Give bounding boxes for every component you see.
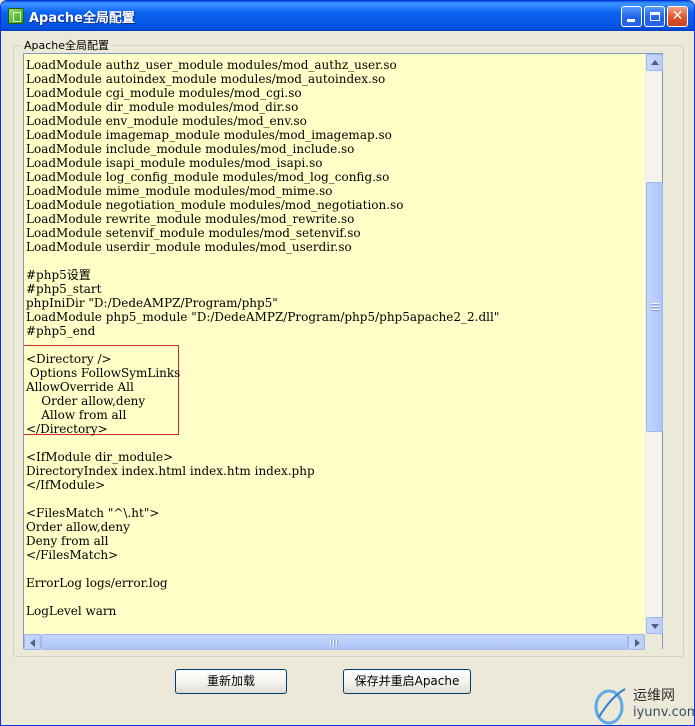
code-line: LoadModule php5_module "D:/DedeAMPZ/Prog…	[26, 310, 500, 324]
code-line: LoadModule authz_user_module modules/mod…	[26, 58, 397, 72]
code-line: <IfModule dir_module>	[26, 450, 174, 464]
vertical-scrollbar[interactable]	[645, 54, 663, 634]
title-bar[interactable]: Apache全局配置 ✕	[1, 1, 694, 31]
horizontal-scrollbar[interactable]	[24, 634, 645, 650]
code-line: </FilesMatch>	[26, 548, 119, 562]
code-line: </IfModule>	[26, 478, 106, 492]
config-editor[interactable]: LoadModule authz_user_module modules/mod…	[23, 53, 663, 650]
watermark-swirl-icon	[594, 689, 624, 725]
code-line: LogLevel warn	[26, 604, 117, 618]
watermark-url: iyunv.com	[633, 705, 695, 720]
scroll-right-button[interactable]	[628, 634, 645, 650]
code-line: ErrorLog logs/error.log	[26, 576, 168, 590]
code-line: LoadModule log_config_module modules/mod…	[26, 170, 390, 184]
code-line: Order allow,deny	[26, 520, 130, 534]
code-line: DirectoryIndex index.html index.htm inde…	[26, 464, 315, 478]
maximize-button[interactable]	[644, 6, 665, 27]
code-line: Order allow,deny	[26, 394, 146, 408]
code-line: LoadModule isapi_module modules/mod_isap…	[26, 156, 323, 170]
code-line: phpIniDir "D:/DedeAMPZ/Program/php5"	[26, 296, 278, 310]
close-button[interactable]: ✕	[667, 6, 688, 27]
minimize-button[interactable]	[621, 6, 642, 27]
reload-button[interactable]: 重新加载	[175, 669, 287, 694]
horizontal-scroll-thumb[interactable]	[41, 634, 628, 650]
code-line: LoadModule dir_module modules/mod_dir.so	[26, 100, 299, 114]
vertical-scroll-thumb[interactable]	[646, 182, 663, 432]
watermark-name: 运维网	[633, 688, 675, 704]
chevron-left-icon	[30, 639, 35, 647]
code-line: #php5设置	[26, 268, 91, 282]
app-icon	[8, 8, 24, 24]
scrollbar-corner	[645, 634, 662, 650]
config-window: Apache全局配置 ✕ Apache全局配置 LoadModule authz…	[0, 0, 695, 726]
code-line: #php5_end	[26, 324, 96, 338]
code-line: LoadModule include_module modules/mod_in…	[26, 142, 355, 156]
save-restart-apache-button[interactable]: 保存并重启Apache	[343, 669, 471, 694]
chevron-down-icon	[651, 624, 659, 629]
scroll-left-button[interactable]	[24, 634, 41, 650]
code-line: LoadModule negotiation_module modules/mo…	[26, 198, 404, 212]
scroll-down-button[interactable]	[646, 617, 663, 634]
code-line: LoadModule userdir_module modules/mod_us…	[26, 240, 352, 254]
code-line: <FilesMatch "^\.ht">	[26, 506, 160, 520]
chevron-right-icon	[635, 639, 640, 647]
scroll-up-button[interactable]	[646, 54, 663, 71]
minimize-icon	[627, 19, 635, 22]
code-line: LoadModule mime_module modules/mod_mime.…	[26, 184, 333, 198]
close-icon: ✕	[671, 8, 684, 24]
code-line: LoadModule imagemap_module modules/mod_i…	[26, 128, 392, 142]
code-line: AllowOverride All	[26, 380, 134, 394]
code-line: <Directory />	[26, 352, 112, 366]
code-line: Allow from all	[26, 408, 127, 422]
code-line: #php5_start	[26, 282, 102, 296]
window-title: Apache全局配置	[29, 11, 135, 26]
code-line: Deny from all	[26, 534, 109, 548]
code-line: LoadModule setenvif_module modules/mod_s…	[26, 226, 361, 240]
code-line: </Directory>	[26, 422, 108, 436]
code-line: Options FollowSymLinks	[26, 366, 181, 380]
chevron-up-icon	[651, 60, 659, 65]
config-text-area[interactable]: LoadModule authz_user_module modules/mod…	[24, 54, 645, 634]
code-line: LoadModule cgi_module modules/mod_cgi.so	[26, 86, 302, 100]
code-line: LoadModule rewrite_module modules/mod_re…	[26, 212, 355, 226]
maximize-icon	[650, 12, 660, 21]
groupbox-label: Apache全局配置	[21, 37, 113, 53]
code-line: LoadModule env_module modules/mod_env.so	[26, 114, 307, 128]
code-line: LoadModule autoindex_module modules/mod_…	[26, 72, 386, 86]
